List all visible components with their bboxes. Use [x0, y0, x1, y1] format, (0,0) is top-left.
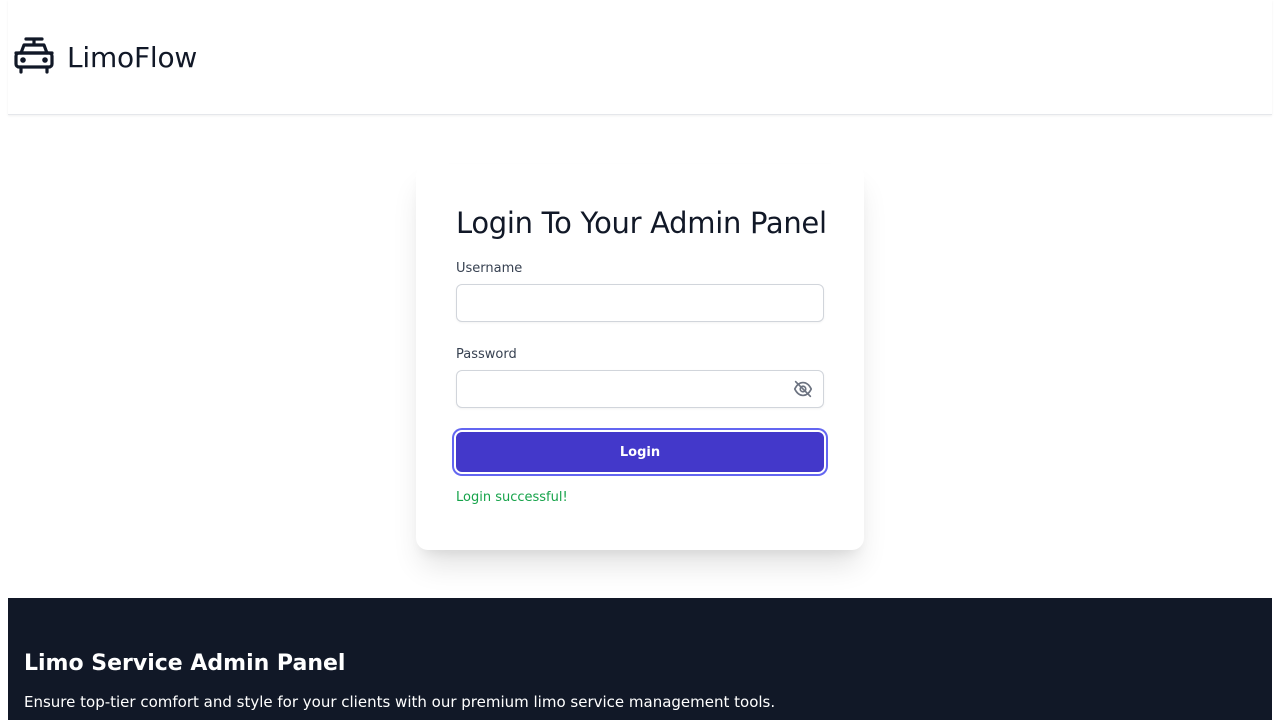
- car-icon: [14, 37, 54, 74]
- main-content: Login To Your Admin Panel Username Passw…: [8, 115, 1272, 598]
- username-field-wrap: [456, 284, 824, 322]
- username-label: Username: [456, 261, 523, 276]
- login-status-message: Login successful!: [456, 490, 568, 505]
- brand-name: LimoFlow: [67, 40, 198, 74]
- login-button[interactable]: Login: [454, 430, 826, 474]
- password-label: Password: [456, 347, 517, 362]
- footer-title: Limo Service Admin Panel: [24, 651, 346, 676]
- footer-description: Ensure top-tier comfort and style for yo…: [24, 693, 776, 711]
- footer: Limo Service Admin Panel Ensure top-tier…: [8, 598, 1272, 720]
- top-header: LimoFlow: [8, 0, 1272, 115]
- username-input[interactable]: [456, 284, 824, 322]
- login-card: Login To Your Admin Panel Username Passw…: [416, 164, 864, 550]
- password-field-wrap: [456, 370, 824, 408]
- password-input[interactable]: [456, 370, 824, 408]
- login-title: Login To Your Admin Panel: [456, 206, 827, 240]
- eye-off-icon[interactable]: [792, 378, 814, 400]
- page: LimoFlow Login To Your Admin Panel Usern…: [8, 0, 1272, 720]
